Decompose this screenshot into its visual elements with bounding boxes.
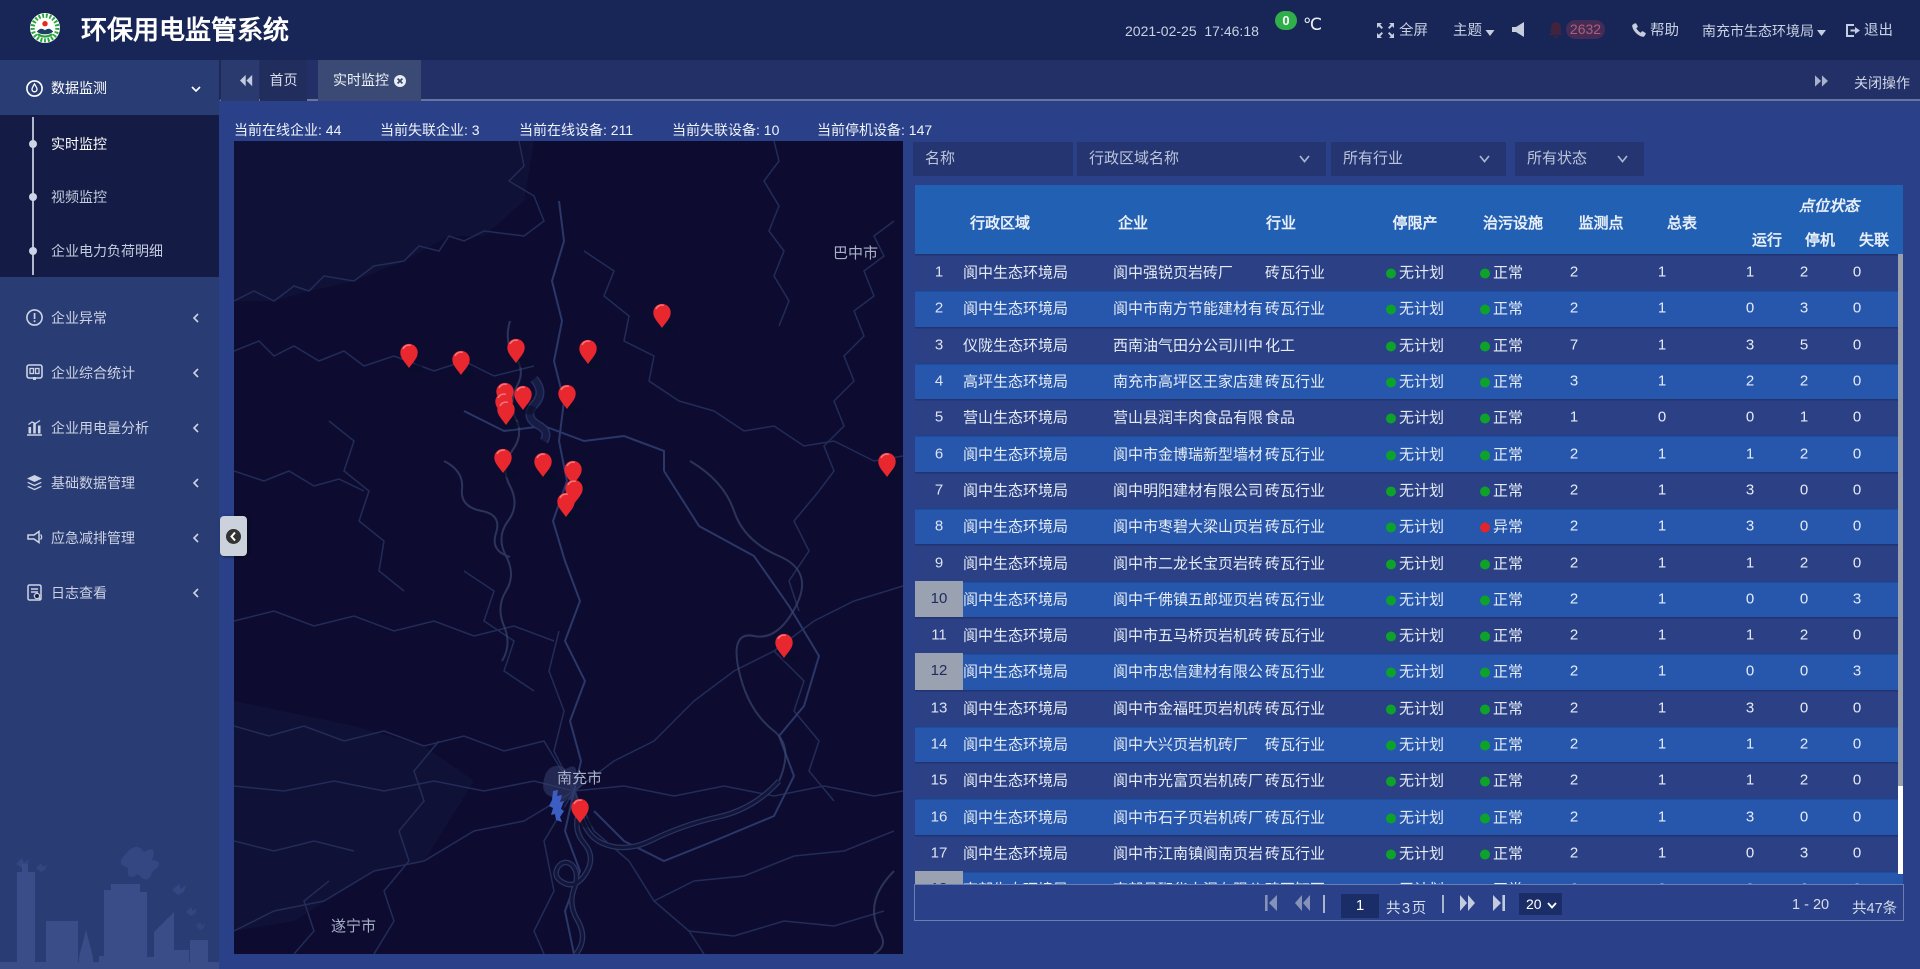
svg-text:巴中市: 巴中市 bbox=[833, 245, 878, 262]
svg-text:遂宁市: 遂宁市 bbox=[331, 918, 376, 935]
svg-text:南充市: 南充市 bbox=[557, 770, 602, 787]
